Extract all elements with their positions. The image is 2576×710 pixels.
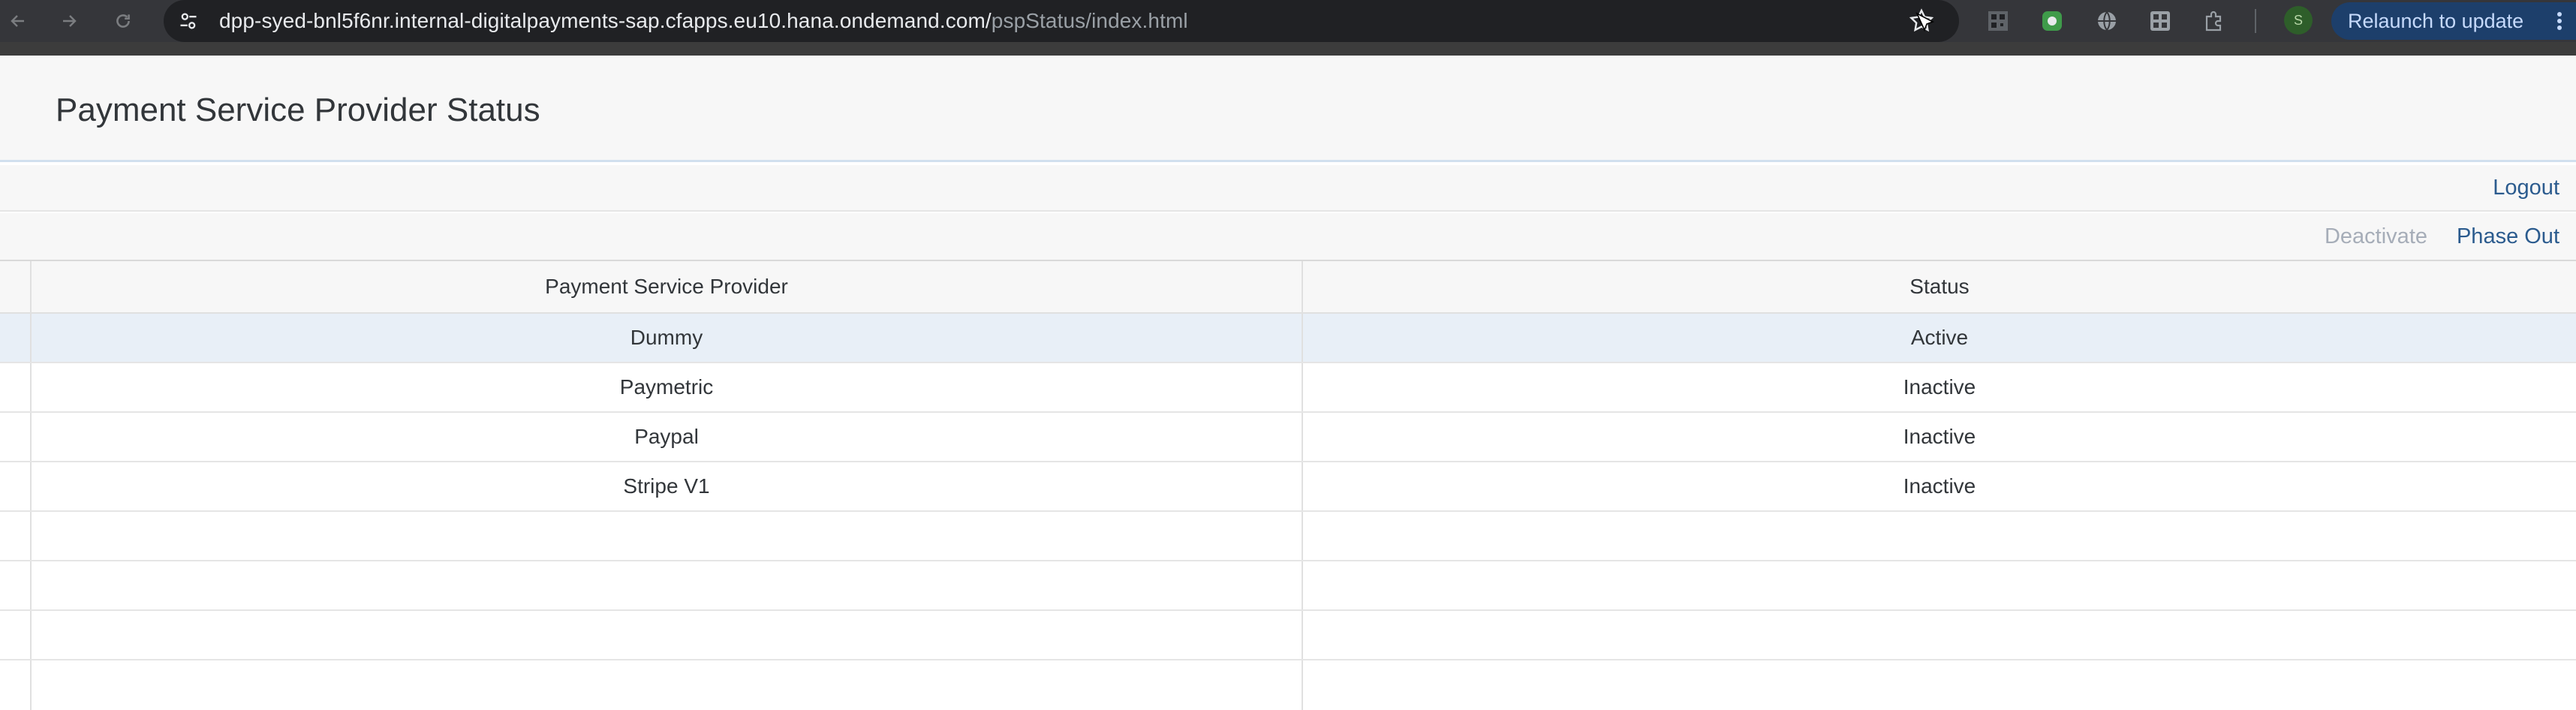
bookmark-star-icon[interactable] (1906, 6, 1937, 36)
empty-cell (32, 512, 1303, 560)
app-header: Payment Service Provider Status (0, 56, 2576, 162)
browser-border (0, 42, 2576, 56)
browser-toolbar: dpp-syed-bnl5f6nr.internal-digitalpaymen… (0, 0, 2576, 42)
empty-cell (32, 561, 1303, 609)
column-header-status[interactable]: Status (1303, 261, 2576, 312)
table-row[interactable]: Paypal Inactive (0, 413, 2576, 462)
row-selector (0, 660, 32, 710)
back-arrow-icon[interactable] (3, 6, 33, 36)
kebab-menu-icon[interactable] (2556, 11, 2562, 31)
empty-cell (1303, 561, 2576, 609)
green-extension-icon[interactable] (2039, 8, 2066, 35)
status-cell: Inactive (1903, 474, 1976, 498)
empty-cell (32, 660, 1303, 710)
phase-out-button[interactable]: Phase Out (2457, 224, 2559, 249)
row-selector (0, 512, 32, 560)
status-cell: Inactive (1903, 425, 1976, 448)
url-path: pspStatus/index.html (991, 9, 1188, 32)
empty-cell (1303, 660, 2576, 710)
row-selector[interactable] (0, 413, 32, 461)
profile-avatar[interactable]: S (2284, 6, 2313, 35)
select-all-cell[interactable] (0, 261, 32, 312)
empty-table-row (0, 611, 2576, 660)
table-row[interactable]: Stripe V1 Inactive (0, 462, 2576, 512)
empty-cell (32, 611, 1303, 659)
site-info-icon[interactable] (174, 7, 203, 35)
deactivate-button[interactable]: Deactivate (2325, 224, 2427, 249)
provider-cell: Stripe V1 (32, 462, 1303, 510)
empty-cell (1303, 611, 2576, 659)
row-selector (0, 611, 32, 659)
row-selector[interactable] (0, 462, 32, 510)
url-text[interactable]: dpp-syed-bnl5f6nr.internal-digitalpaymen… (219, 8, 1188, 34)
page-title: Payment Service Provider Status (56, 92, 540, 128)
table-header-row: Payment Service Provider Status (0, 261, 2576, 314)
relaunch-to-update-button[interactable]: Relaunch to update (2331, 2, 2576, 40)
empty-table-row (0, 512, 2576, 561)
table-row[interactable]: Paymetric Inactive (0, 363, 2576, 413)
toolbar-divider (2255, 9, 2256, 33)
user-toolbar: Logout (0, 165, 2576, 212)
table-row[interactable]: Dummy Active (0, 314, 2576, 363)
provider-cell: Paymetric (32, 363, 1303, 411)
status-cell: Active (1910, 326, 1969, 349)
url-host: dpp-syed-bnl5f6nr.internal-digitalpaymen… (219, 9, 992, 32)
forward-arrow-icon[interactable] (54, 6, 84, 36)
empty-table-row (0, 561, 2576, 611)
provider-cell: Dummy (32, 314, 1303, 362)
column-header-provider[interactable]: Payment Service Provider (32, 261, 1303, 312)
status-cell: Inactive (1903, 375, 1976, 399)
row-selector[interactable] (0, 363, 32, 411)
logout-button[interactable]: Logout (2493, 176, 2559, 200)
empty-table-row (0, 660, 2576, 710)
globe-extension-icon[interactable] (2093, 8, 2120, 35)
table-toolbar: Deactivate Phase Out (0, 213, 2576, 261)
qr-extension-icon[interactable] (1985, 8, 2012, 35)
provider-cell: Paypal (32, 413, 1303, 461)
relaunch-label: Relaunch to update (2348, 9, 2524, 32)
qr-scanner-icon[interactable] (2147, 8, 2174, 35)
reload-icon[interactable] (108, 6, 138, 36)
row-selector[interactable] (0, 314, 32, 362)
puzzle-extensions-icon[interactable] (2201, 8, 2228, 35)
psp-status-table: Payment Service Provider Status Dummy Ac… (0, 261, 2576, 710)
row-selector (0, 561, 32, 609)
empty-cell (1303, 512, 2576, 560)
